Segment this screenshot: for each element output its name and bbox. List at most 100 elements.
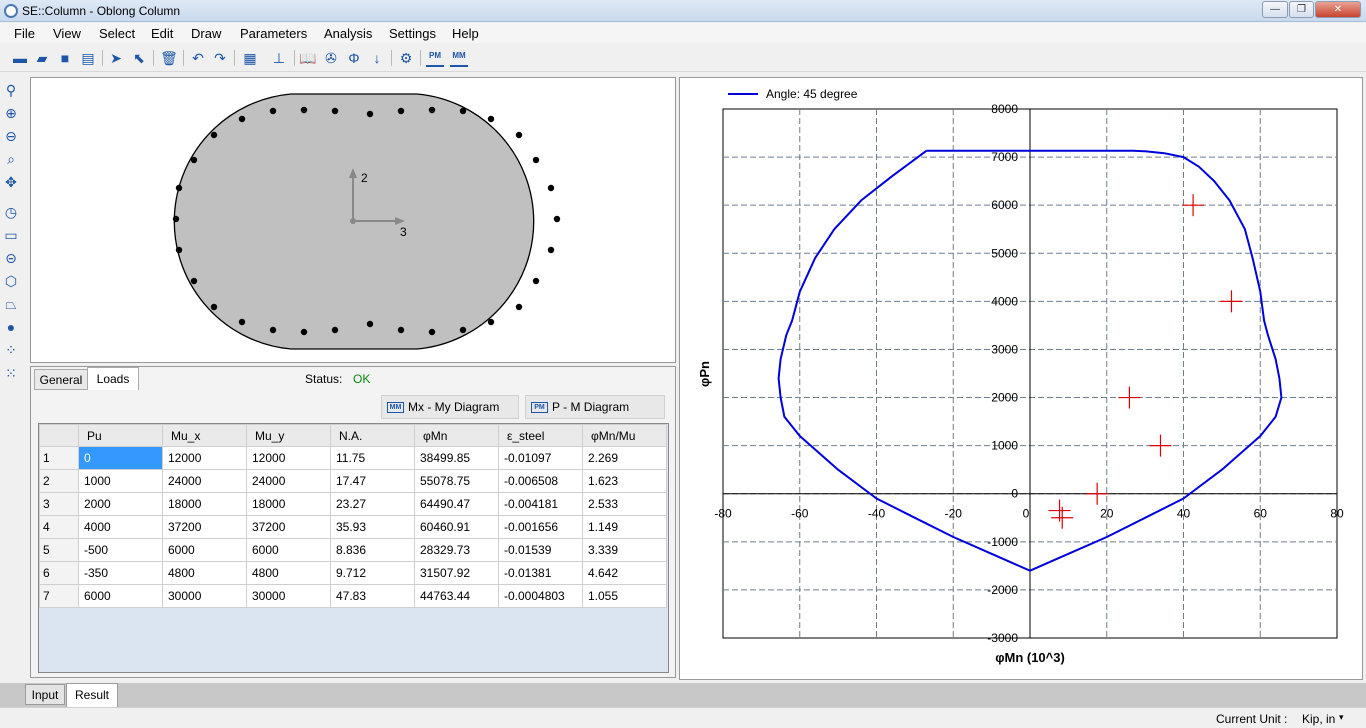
cell-phi-mn-mu[interactable]: 4.642 (582, 561, 667, 585)
table-row[interactable]: 5 -500 6000 6000 8.836 28329.73 -0.01539 3.339 (39, 538, 667, 562)
cell-e-steel[interactable]: -0.006508 (498, 469, 583, 493)
draw-oblong-icon[interactable]: ⊝ (2, 249, 20, 267)
chevron-down-icon[interactable]: ▾ (1339, 712, 1344, 723)
cell-na[interactable]: 8.836 (330, 538, 415, 562)
tab-input[interactable]: Input (25, 684, 65, 705)
cell-mu-x[interactable]: 12000 (162, 446, 247, 470)
cell-na[interactable]: 17.47 (330, 469, 415, 493)
rebar-dot[interactable] (515, 303, 523, 311)
cell-phi-mn[interactable]: 55078.75 (414, 469, 499, 493)
column-header-mu-x[interactable]: Mu_x (162, 424, 247, 447)
rebar-dot[interactable] (331, 107, 339, 115)
draw-polygon-icon[interactable]: ⬡ (2, 272, 20, 290)
menu-file[interactable]: File (14, 26, 35, 41)
cell-pu[interactable]: 0 (78, 446, 163, 470)
cell-phi-mn[interactable]: 31507.92 (414, 561, 499, 585)
delete-icon[interactable]: 🗑 (160, 49, 178, 67)
cell-mu-y[interactable]: 4800 (246, 561, 331, 585)
rebar-dot[interactable] (487, 318, 495, 326)
tab-result[interactable]: Result (66, 683, 118, 707)
phi-icon[interactable]: Φ (345, 49, 363, 67)
mm-diagram-icon[interactable]: MM (450, 49, 468, 67)
zoom-out-icon[interactable]: ⊖ (2, 127, 20, 145)
menu-help[interactable]: Help (452, 26, 479, 41)
maximize-button[interactable]: ❐ (1289, 1, 1314, 18)
cell-na[interactable]: 35.93 (330, 515, 415, 539)
menu-parameters[interactable]: Parameters (240, 26, 307, 41)
column-header-mu-y[interactable]: Mu_y (246, 424, 331, 447)
grid-rebar-icon[interactable]: ⁙ (2, 364, 20, 382)
cell-mu-x[interactable]: 30000 (162, 584, 247, 608)
cell-e-steel[interactable]: -0.001656 (498, 515, 583, 539)
draw-l-shape-icon[interactable]: ⏢ (2, 295, 20, 313)
table-row[interactable]: 2 1000 24000 24000 17.47 55078.75 -0.006508 1.6… (39, 469, 667, 493)
cell-na[interactable]: 11.75 (330, 446, 415, 470)
cell-pu[interactable]: 6000 (78, 584, 163, 608)
circular-rebar-icon[interactable]: ⁘ (2, 341, 20, 359)
rebar-dot[interactable] (547, 246, 555, 254)
rebar-dot[interactable] (366, 320, 374, 328)
menu-select[interactable]: Select (99, 26, 135, 41)
cell-pu[interactable]: -350 (78, 561, 163, 585)
cell-e-steel[interactable]: -0.004181 (498, 492, 583, 516)
rebar-dot[interactable] (190, 277, 198, 285)
rebar-dot[interactable] (172, 215, 180, 223)
select-pointer-icon[interactable]: ➤ (107, 49, 125, 67)
cell-pu[interactable]: 4000 (78, 515, 163, 539)
cell-e-steel[interactable]: -0.01539 (498, 538, 583, 562)
rebar-dot[interactable] (397, 326, 405, 334)
rebar-dot[interactable] (190, 156, 198, 164)
rebar-dot[interactable] (547, 184, 555, 192)
menu-draw[interactable]: Draw (191, 26, 221, 41)
cell-pu[interactable]: -500 (78, 538, 163, 562)
current-unit-dropdown[interactable]: Kip, in (1302, 712, 1335, 726)
mx-my-diagram-button[interactable]: MM Mx - My Diagram (381, 395, 519, 419)
rebar-dot[interactable] (428, 106, 436, 114)
cell-phi-mn[interactable]: 64490.47 (414, 492, 499, 516)
pm-diagram-icon[interactable]: PM (426, 49, 444, 67)
table-row[interactable]: 1 0 12000 12000 11.75 38499.85 -0.01097 2.269 (39, 446, 667, 470)
cell-e-steel[interactable]: -0.01381 (498, 561, 583, 585)
rebar-dot[interactable] (238, 318, 246, 326)
rebar-dot[interactable] (269, 107, 277, 115)
redo-icon[interactable]: ↷ (211, 49, 229, 67)
cell-e-steel[interactable]: -0.0004803 (498, 584, 583, 608)
book-icon[interactable]: 📖 (299, 49, 317, 67)
zoom-window-icon[interactable]: ⌕ (2, 150, 20, 168)
calculator-icon[interactable]: ▦ (241, 49, 259, 67)
cell-phi-mn-mu[interactable]: 1.149 (582, 515, 667, 539)
zoom-in-icon[interactable]: ⊕ (2, 104, 20, 122)
rebar-dot[interactable] (397, 107, 405, 115)
tab-loads[interactable]: Loads (87, 367, 139, 390)
table-row[interactable]: 4 4000 37200 37200 35.93 60460.91 -0.001656 1.1… (39, 515, 667, 539)
rebar-dot[interactable] (487, 115, 495, 123)
column-header-na[interactable]: N.A. (330, 424, 415, 447)
cell-phi-mn-mu[interactable]: 3.339 (582, 538, 667, 562)
cell-mu-y[interactable]: 6000 (246, 538, 331, 562)
draw-rectangle-icon[interactable]: ▭ (2, 226, 20, 244)
rebar-dot[interactable] (331, 326, 339, 334)
rebar-dot[interactable] (210, 131, 218, 139)
open-folder-icon[interactable]: ▰ (33, 49, 51, 67)
rebar-dot[interactable] (175, 246, 183, 254)
tab-general[interactable]: General (34, 369, 88, 390)
cell-phi-mn-mu[interactable]: 1.055 (582, 584, 667, 608)
menu-edit[interactable]: Edit (151, 26, 173, 41)
rebar-dot[interactable] (300, 328, 308, 336)
menu-analysis[interactable]: Analysis (324, 26, 372, 41)
pan-icon[interactable]: ✥ (2, 173, 20, 191)
table-row[interactable]: 7 6000 30000 30000 47.83 44763.44 -0.0004803 1.… (39, 584, 667, 608)
minimize-button[interactable]: — (1262, 1, 1288, 18)
rebar-dot[interactable] (459, 326, 467, 334)
rebar-dot[interactable] (428, 328, 436, 336)
rebar-dot[interactable] (269, 326, 277, 334)
column-header-phi-mn-mu[interactable]: φMn/Mu (582, 424, 667, 447)
rebar-dot[interactable] (515, 131, 523, 139)
cell-mu-y[interactable]: 37200 (246, 515, 331, 539)
print-icon[interactable]: ▤ (79, 49, 97, 67)
hierarchy-icon[interactable]: ⊥ (270, 49, 288, 67)
menu-settings[interactable]: Settings (389, 26, 436, 41)
cell-phi-mn[interactable]: 28329.73 (414, 538, 499, 562)
cell-mu-y[interactable]: 30000 (246, 584, 331, 608)
zoom-icon[interactable]: ⚲ (2, 81, 20, 99)
